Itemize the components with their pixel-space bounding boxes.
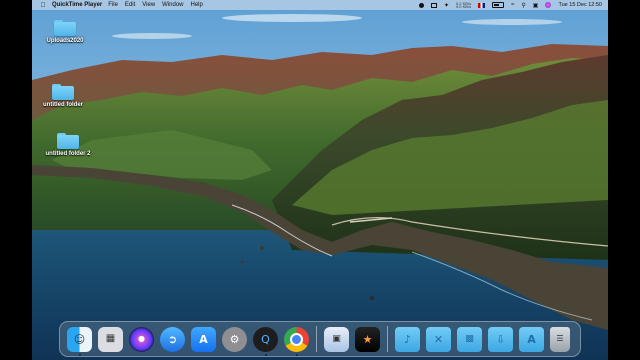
- menu-clock[interactable]: Tue 15 Dec 12:50: [558, 2, 602, 8]
- dock-safari[interactable]: ➲: [160, 326, 185, 352]
- desktop-item-label: Uploads2020: [46, 38, 84, 44]
- menu-help[interactable]: Help: [191, 2, 203, 8]
- dock-final-cut-pro[interactable]: ★: [355, 326, 380, 352]
- dock-separator: [387, 326, 388, 352]
- trash-icon: ☰: [556, 334, 564, 343]
- dock-stack-music[interactable]: ♪: [395, 326, 420, 352]
- bluetooth-icon[interactable]: ✦: [444, 2, 449, 9]
- desktop-folder-uploads2020[interactable]: Uploads2020: [35, 20, 95, 44]
- dock-stack-utilities[interactable]: ✕: [426, 326, 451, 352]
- finder-icon: ☺: [73, 332, 86, 346]
- chrome-icon: [290, 332, 303, 346]
- desktop-screen:  QuickTime Player File Edit View Window…: [32, 0, 608, 360]
- menu-window[interactable]: Window: [162, 2, 183, 8]
- screen-icon[interactable]: [430, 2, 437, 8]
- menu-bar:  QuickTime Player File Edit View Window…: [32, 0, 608, 10]
- dock-trash[interactable]: ☰: [550, 326, 570, 352]
- desktop-folder-untitled[interactable]: untitled folder: [33, 84, 93, 108]
- dock-stack-pictures[interactable]: ▩: [457, 326, 482, 352]
- final-cut-pro-icon: ★: [362, 332, 373, 346]
- pictures-folder-icon: ▩: [465, 333, 474, 344]
- wifi-icon[interactable]: ≈: [511, 2, 514, 8]
- quicktime-icon: Q: [261, 332, 270, 346]
- stop-recording-icon[interactable]: [418, 2, 424, 8]
- desktop-wallpaper: [32, 0, 608, 360]
- apple-logo-icon[interactable]: : [36, 2, 50, 9]
- dock-stack-downloads[interactable]: ⇩: [488, 326, 513, 352]
- utilities-folder-icon: ✕: [433, 332, 444, 346]
- gear-icon: ⚙: [229, 332, 240, 346]
- dock-quicktime-player[interactable]: Q: [253, 326, 278, 356]
- dock-stack-applications[interactable]: A: [519, 326, 544, 352]
- dock-system-preferences[interactable]: ⚙: [222, 326, 247, 352]
- folder-icon: [57, 133, 79, 149]
- dock-separator: [316, 326, 317, 352]
- battery-icon[interactable]: [492, 2, 505, 8]
- dock-google-chrome[interactable]: [284, 326, 309, 356]
- safari-icon: ➲: [167, 332, 178, 346]
- siri-menu-icon[interactable]: [545, 2, 552, 8]
- siri-icon: ●: [138, 334, 145, 343]
- search-icon[interactable]: ⚲: [521, 2, 525, 9]
- dock-siri[interactable]: ●: [129, 326, 154, 352]
- preview-icon: ▣: [332, 333, 341, 344]
- network-speed: 0.2 KB/s 0.0 KB/s: [455, 0, 472, 9]
- dock-preview[interactable]: ▣: [324, 326, 349, 352]
- menu-view[interactable]: View: [142, 2, 155, 8]
- downloads-folder-icon: ⇩: [495, 332, 506, 346]
- desktop-item-label: untitled folder 2: [45, 151, 91, 157]
- menu-edit[interactable]: Edit: [125, 2, 135, 8]
- desktop-item-label: untitled folder: [43, 102, 83, 108]
- launchpad-icon: ▦: [105, 333, 116, 344]
- applications-folder-icon: A: [527, 332, 536, 346]
- dock-app-store[interactable]: A: [191, 326, 216, 352]
- control-center-icon[interactable]: ▣: [533, 2, 539, 9]
- folder-icon: [54, 20, 76, 36]
- music-folder-icon: ♪: [403, 332, 412, 346]
- input-source-flag-icon[interactable]: [478, 2, 486, 8]
- menu-app-name[interactable]: QuickTime Player: [52, 2, 102, 8]
- dock: ☺ ▦ ● ➲ A ⚙ Q ▣ ★ ♪ ✕ ▩ ⇩ A ☰: [59, 321, 581, 357]
- dock-finder[interactable]: ☺: [67, 326, 92, 356]
- dock-launchpad[interactable]: ▦: [98, 326, 123, 352]
- status-area: ✦ 0.2 KB/s 0.0 KB/s ≈ ⚲ ▣ Tue 15 Dec 12:…: [418, 0, 602, 9]
- desktop-folder-untitled-2[interactable]: untitled folder 2: [38, 133, 98, 157]
- app-store-icon: A: [199, 332, 208, 346]
- menu-file[interactable]: File: [108, 2, 118, 8]
- folder-icon: [52, 84, 74, 100]
